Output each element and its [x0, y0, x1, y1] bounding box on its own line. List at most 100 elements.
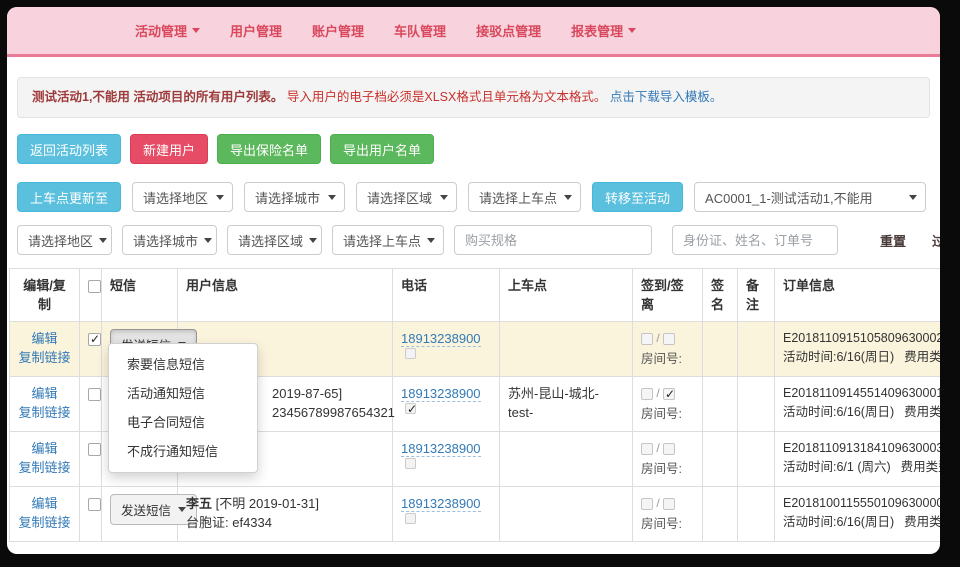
- phone-link[interactable]: 18913238900: [401, 441, 481, 457]
- copy-link[interactable]: 复制链接: [18, 348, 71, 367]
- district-select[interactable]: 请选择区域: [356, 182, 457, 212]
- col-sign: 签到/签离: [633, 269, 703, 322]
- note-cell: [738, 322, 775, 377]
- activity-select[interactable]: AC0001_1-测试活动1,不能用: [694, 182, 926, 212]
- nav-item-report-mgmt[interactable]: 报表管理: [571, 21, 636, 40]
- order-cell: E20181109131841096300031 活动时间:6/1 (周六)费用…: [775, 432, 941, 487]
- city-select[interactable]: 请选择城市: [244, 182, 345, 212]
- phone-checkbox[interactable]: [405, 348, 416, 359]
- reset-button[interactable]: 重置: [876, 231, 910, 250]
- row-checkbox[interactable]: [88, 388, 101, 401]
- nav-item-shuttle-point-mgmt[interactable]: 接驳点管理: [476, 21, 541, 40]
- chevron-down-icon: [192, 28, 200, 33]
- signout-checkbox[interactable]: [663, 333, 675, 345]
- edit-link[interactable]: 编辑: [18, 384, 71, 403]
- chevron-down-icon: [909, 195, 917, 200]
- select-value: 请选择城市: [255, 188, 320, 207]
- col-sms: 短信: [102, 269, 178, 322]
- user-info-line2: 台胞证: ef4334: [186, 513, 384, 532]
- phone-checkbox[interactable]: [405, 458, 416, 469]
- order-fee: 费用类型: [904, 515, 940, 529]
- menu-item-econtract-sms[interactable]: 电子合同短信: [109, 408, 257, 437]
- transfer-to-activity-button[interactable]: 转移至活动: [592, 182, 683, 212]
- new-user-button[interactable]: 新建用户: [130, 134, 208, 164]
- export-users-button[interactable]: 导出用户名单: [330, 134, 434, 164]
- phone-link[interactable]: 18913238900: [401, 331, 481, 347]
- nav-item-activity-mgmt[interactable]: 活动管理: [135, 21, 200, 40]
- city-filter-select[interactable]: 请选择城市: [122, 225, 217, 255]
- chevron-down-icon: [178, 507, 186, 512]
- info-alert: 测试活动1,不能用 活动项目的所有用户列表。 导入用户的电子档必须是XLSX格式…: [17, 77, 930, 118]
- spec-input[interactable]: [454, 225, 652, 255]
- note-cell: [738, 487, 775, 542]
- chevron-down-icon: [564, 195, 572, 200]
- pickup-cell: 苏州-昆山-城北-test-: [500, 377, 633, 432]
- row-checkbox[interactable]: [88, 443, 101, 456]
- signin-checkbox[interactable]: [641, 333, 653, 345]
- signin-checkbox[interactable]: [641, 443, 653, 455]
- select-all-checkbox[interactable]: [88, 280, 101, 293]
- update-pickup-button[interactable]: 上车点更新至: [17, 182, 121, 212]
- region-select[interactable]: 请选择地区: [132, 182, 233, 212]
- edit-link[interactable]: 编辑: [18, 494, 71, 513]
- back-to-activity-list-button[interactable]: 返回活动列表: [17, 134, 121, 164]
- table-header-row: 编辑/复制 短信 用户信息 电话 上车点 签到/签离 签名 备注 订单信息: [10, 269, 941, 322]
- chevron-down-icon: [440, 195, 448, 200]
- pickup-filter-select[interactable]: 请选择上车点: [332, 225, 444, 255]
- col-edit-copy: 编辑/复制: [10, 269, 80, 322]
- select-value: 请选择城市: [133, 231, 198, 250]
- user-name: 李五: [186, 496, 212, 511]
- phone-checkbox[interactable]: [405, 513, 416, 524]
- col-select-all: [80, 269, 102, 322]
- nav-item-user-mgmt[interactable]: 用户管理: [230, 21, 282, 40]
- signout-checkbox[interactable]: [663, 443, 675, 455]
- region-filter-select[interactable]: 请选择地区: [17, 225, 112, 255]
- row-checkbox[interactable]: [88, 498, 101, 511]
- edit-link[interactable]: 编辑: [18, 439, 71, 458]
- district-filter-select[interactable]: 请选择区域: [227, 225, 322, 255]
- signin-checkbox[interactable]: [641, 498, 653, 510]
- order-number: E20181001155501096300003: [783, 494, 940, 513]
- select-value: 请选择区域: [367, 188, 432, 207]
- copy-link[interactable]: 复制链接: [18, 403, 71, 422]
- alert-warning-text: 导入用户的电子档必须是XLSX格式且单元格为文本格式。: [287, 90, 606, 104]
- signout-checkbox[interactable]: [663, 388, 675, 400]
- alert-title: 测试活动1,不能用 活动项目的所有用户列表。: [32, 90, 283, 104]
- signout-checkbox[interactable]: [663, 498, 675, 510]
- order-time: 活动时间:6/16(周日): [783, 515, 894, 529]
- nav-label: 账户管理: [312, 21, 364, 40]
- sign-separator: /: [656, 441, 659, 455]
- order-cell: E20181109145514096300019 活动时间:6/16(周日)费用…: [775, 377, 941, 432]
- chevron-down-icon: [216, 195, 224, 200]
- order-cell: E20181109151058096300025 活动时间:6/16(周日)费用…: [775, 322, 941, 377]
- download-template-link[interactable]: 点击下载导入模板。: [610, 90, 723, 104]
- search-input[interactable]: [672, 225, 838, 255]
- row-checkbox[interactable]: [88, 333, 101, 346]
- signin-checkbox[interactable]: [641, 388, 653, 400]
- order-fee: 费用类型: [901, 460, 940, 474]
- export-insurance-button[interactable]: 导出保险名单: [217, 134, 321, 164]
- col-signature: 签名: [703, 269, 738, 322]
- copy-link[interactable]: 复制链接: [18, 458, 71, 477]
- pickup-transfer-row: 上车点更新至 请选择地区 请选择城市 请选择区域 请选择上车点 转移至活动 AC…: [17, 182, 930, 212]
- menu-item-cancel-notice-sms[interactable]: 不成行通知短信: [109, 437, 257, 466]
- nav-item-fleet-mgmt[interactable]: 车队管理: [394, 21, 446, 40]
- filter-button[interactable]: 过滤: [928, 231, 940, 250]
- order-time: 活动时间:6/16(周日): [783, 350, 894, 364]
- chevron-down-icon: [427, 238, 435, 243]
- sms-button-label: 发送短信: [121, 500, 171, 519]
- edit-link[interactable]: 编辑: [18, 329, 71, 348]
- send-sms-button[interactable]: 发送短信: [110, 494, 197, 525]
- menu-item-activity-notice-sms[interactable]: 活动通知短信: [109, 379, 257, 408]
- copy-link[interactable]: 复制链接: [18, 513, 71, 532]
- pickup-point-select[interactable]: 请选择上车点: [468, 182, 581, 212]
- phone-link[interactable]: 18913238900: [401, 496, 481, 512]
- nav-label: 活动管理: [135, 21, 187, 40]
- signature-cell: [703, 432, 738, 487]
- room-label: 房间号:: [641, 515, 694, 534]
- signature-cell: [703, 322, 738, 377]
- top-navbar: 活动管理 用户管理 账户管理 车队管理 接驳点管理 报表管理: [7, 7, 940, 57]
- nav-item-account-mgmt[interactable]: 账户管理: [312, 21, 364, 40]
- phone-checkbox[interactable]: [405, 403, 416, 414]
- menu-item-request-info-sms[interactable]: 索要信息短信: [109, 350, 257, 379]
